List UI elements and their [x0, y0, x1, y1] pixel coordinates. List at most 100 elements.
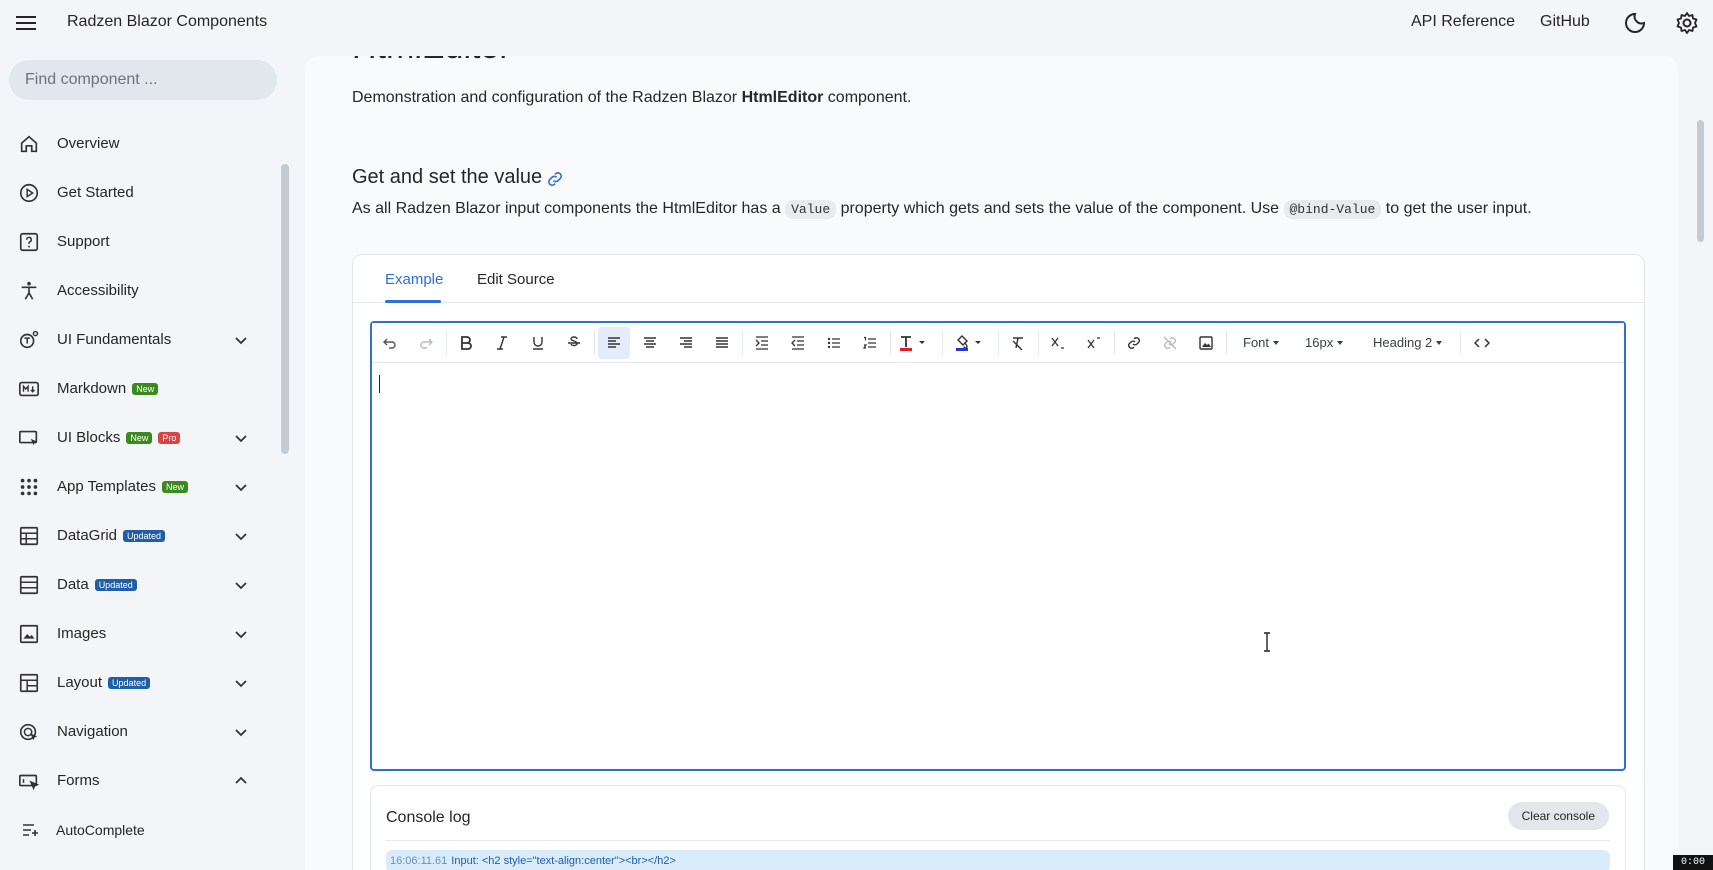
- text-color-button[interactable]: [894, 327, 938, 359]
- updated-badge: Updated: [108, 677, 151, 689]
- sidebar-item-data[interactable]: Data Updated: [0, 565, 270, 605]
- new-badge: New: [132, 383, 159, 395]
- page-title: HtmlEditor: [352, 56, 511, 67]
- italic-icon: [497, 336, 507, 350]
- align-left-button[interactable]: [598, 327, 630, 359]
- play-circle-icon: [19, 183, 39, 203]
- sidebar-item-markdown[interactable]: Markdown New: [0, 369, 270, 409]
- apps-grid-icon: [20, 478, 38, 496]
- sidebar-item-label: Support: [57, 233, 110, 250]
- section-description: As all Radzen Blazor input components th…: [352, 200, 1532, 219]
- find-component-input[interactable]: [9, 60, 277, 100]
- timer-badge: 0:00: [1673, 855, 1713, 870]
- underline-button[interactable]: [522, 327, 554, 359]
- sidebar-item-ui-blocks[interactable]: UI Blocks New Pro: [0, 418, 270, 458]
- chevron-down-icon: [235, 680, 247, 688]
- editor-toolbar: Font 16px Heading 2: [372, 323, 1624, 363]
- sidebar-item-label: App Templates New: [57, 478, 188, 495]
- main-scrollbar[interactable]: [1697, 120, 1704, 242]
- toolbar-divider: [446, 331, 447, 355]
- bullet-list-button[interactable]: [818, 327, 850, 359]
- toolbar-divider: [1114, 331, 1115, 355]
- chevron-down-icon: [235, 435, 247, 443]
- undo-button[interactable]: [374, 327, 406, 359]
- format-block-dropdown[interactable]: Heading 2: [1373, 335, 1443, 350]
- numbered-list-button[interactable]: [854, 327, 886, 359]
- redo-button[interactable]: [410, 327, 442, 359]
- sidebar-item-label: Get Started: [57, 184, 134, 201]
- home-icon: [20, 135, 38, 153]
- sidebar-item-support[interactable]: Support: [0, 222, 270, 262]
- sidebar-item-autocomplete[interactable]: AutoComplete: [0, 812, 270, 848]
- outdent-button[interactable]: [782, 327, 814, 359]
- editor-content-area[interactable]: [372, 364, 1624, 769]
- remove-format-button[interactable]: [1002, 327, 1034, 359]
- sidebar: Overview Get Started Support Accessibili…: [0, 46, 290, 870]
- source-code-button[interactable]: [1466, 327, 1498, 359]
- caret-down-icon: [1273, 341, 1280, 345]
- bold-icon: [461, 336, 472, 350]
- link-icon: [1128, 337, 1140, 349]
- justify-button[interactable]: [706, 327, 738, 359]
- sidebar-item-label: Navigation: [57, 723, 128, 740]
- top-bar: Radzen Blazor Components API Reference G…: [0, 0, 1713, 46]
- pro-badge: Pro: [158, 432, 181, 444]
- sidebar-item-accessibility[interactable]: Accessibility: [0, 271, 270, 311]
- font-size-dropdown[interactable]: 16px: [1305, 335, 1344, 350]
- bind-value-code: @bind-Value: [1283, 200, 1382, 219]
- sidebar-item-overview[interactable]: Overview: [0, 124, 270, 164]
- sidebar-item-navigation[interactable]: Navigation: [0, 712, 270, 752]
- tab-example[interactable]: Example: [385, 271, 443, 288]
- highlight-color-button[interactable]: [950, 327, 994, 359]
- new-badge: New: [161, 481, 188, 493]
- sidebar-item-layout[interactable]: Layout Updated: [0, 663, 270, 703]
- help-box-icon: [19, 232, 39, 252]
- sidebar-item-get-started[interactable]: Get Started: [0, 173, 270, 213]
- app-title[interactable]: Radzen Blazor Components: [67, 13, 267, 31]
- superscript-button[interactable]: [1078, 327, 1110, 359]
- unlink-button[interactable]: [1154, 327, 1186, 359]
- align-center-button[interactable]: [634, 327, 666, 359]
- images-icon: [19, 624, 39, 644]
- sidebar-item-label: UI Blocks New Pro: [57, 429, 181, 446]
- sidebar-scrollbar[interactable]: [281, 164, 289, 454]
- align-right-button[interactable]: [670, 327, 702, 359]
- tab-edit-source[interactable]: Edit Source: [477, 271, 555, 288]
- insert-link-button[interactable]: [1118, 327, 1150, 359]
- sidebar-item-datagrid[interactable]: DataGrid Updated: [0, 516, 270, 556]
- clear-console-button[interactable]: Clear console: [1507, 802, 1609, 830]
- sidebar-item-images[interactable]: Images: [0, 614, 270, 654]
- log-timestamp: 16:06:11.61: [390, 855, 448, 867]
- numbered-list-icon: [862, 336, 876, 349]
- sidebar-item-label: Layout Updated: [57, 674, 151, 691]
- sidebar-item-label: Forms: [57, 772, 100, 789]
- image-icon: [1199, 336, 1213, 350]
- menu-icon[interactable]: [14, 13, 38, 33]
- chevron-down-icon: [235, 729, 247, 737]
- caret-down-icon: [1436, 341, 1443, 345]
- font-dropdown[interactable]: Font: [1243, 335, 1280, 350]
- align-left-icon: [608, 337, 620, 348]
- page-description: Demonstration and configuration of the R…: [352, 89, 912, 106]
- link-icon[interactable]: [545, 169, 565, 189]
- chevron-up-icon: [235, 776, 247, 784]
- subscript-button[interactable]: [1042, 327, 1074, 359]
- updated-badge: Updated: [123, 530, 166, 542]
- highlight-color-icon: [956, 335, 981, 351]
- italic-button[interactable]: [486, 327, 518, 359]
- toolbar-divider: [942, 331, 943, 355]
- sidebar-item-app-templates[interactable]: App Templates New: [0, 467, 270, 507]
- sidebar-item-ui-fundamentals[interactable]: UI Fundamentals: [0, 320, 270, 360]
- api-reference-link[interactable]: API Reference: [1411, 13, 1515, 31]
- github-link[interactable]: GitHub: [1540, 13, 1590, 31]
- sidebar-item-label: Overview: [57, 135, 120, 152]
- indent-button[interactable]: [746, 327, 778, 359]
- insert-image-button[interactable]: [1190, 327, 1222, 359]
- sidebar-item-forms[interactable]: Forms: [0, 761, 270, 801]
- console-title: Console log: [386, 809, 471, 826]
- dark-mode-icon[interactable]: [1623, 11, 1647, 35]
- settings-gear-icon[interactable]: [1675, 11, 1699, 35]
- bold-button[interactable]: [450, 327, 482, 359]
- strikethrough-button[interactable]: [558, 327, 590, 359]
- underline-icon: [533, 337, 543, 350]
